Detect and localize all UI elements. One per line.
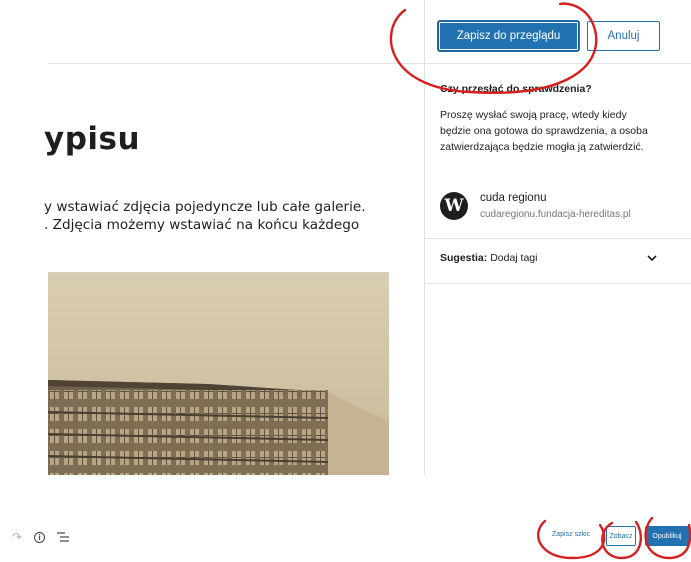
publish-button[interactable]: Opublikuj [645, 526, 689, 546]
building-photo [48, 272, 389, 475]
post-title[interactable]: ypisu [44, 121, 140, 157]
panel-divider [424, 283, 691, 284]
list-view-icon[interactable] [57, 532, 70, 542]
footer-toolbar: ↷ i [12, 530, 70, 544]
paragraph-line: y wstawiać zdjęcia pojedyncze lub całe g… [44, 199, 366, 215]
site-name: cuda regionu [480, 192, 547, 204]
suggestion-text: Dodaj tagi [490, 252, 538, 264]
post-paragraph[interactable]: y wstawiać zdjęcia pojedyncze lub całe g… [44, 198, 366, 234]
wordpress-icon: W [440, 192, 468, 220]
suggestion-label: Sugestia: [440, 252, 488, 264]
panel-description: Proszę wysłać swoją pracę, wtedy kiedy b… [440, 109, 648, 153]
save-draft-button[interactable]: Zapisz szkic [552, 531, 590, 538]
post-image[interactable] [48, 272, 389, 475]
paragraph-line: . Zdjęcia możemy wstawiać na końcu każde… [44, 217, 360, 233]
editor-header-divider [48, 63, 424, 64]
site-card: W cuda regionu cudaregionu.fundacja-here… [440, 190, 631, 223]
submit-for-review-button[interactable]: Zapisz do przeglądu [438, 21, 579, 51]
redo-icon[interactable]: ↷ [12, 530, 22, 544]
panel-heading: Czy przesłać do sprawdzenia? [440, 83, 592, 95]
panel-header-divider [424, 63, 691, 64]
info-icon[interactable]: i [34, 531, 46, 543]
chevron-down-icon [647, 255, 657, 262]
suggestion-tags-toggle[interactable]: Sugestia: Dodaj tagi [440, 252, 658, 264]
annotation-circle [537, 519, 606, 560]
panel-divider [424, 238, 691, 239]
site-url: cudaregionu.fundacja-hereditas.pl [480, 209, 631, 220]
cancel-button[interactable]: Anuluj [587, 21, 660, 51]
preview-button[interactable]: Zobacz [606, 526, 636, 546]
